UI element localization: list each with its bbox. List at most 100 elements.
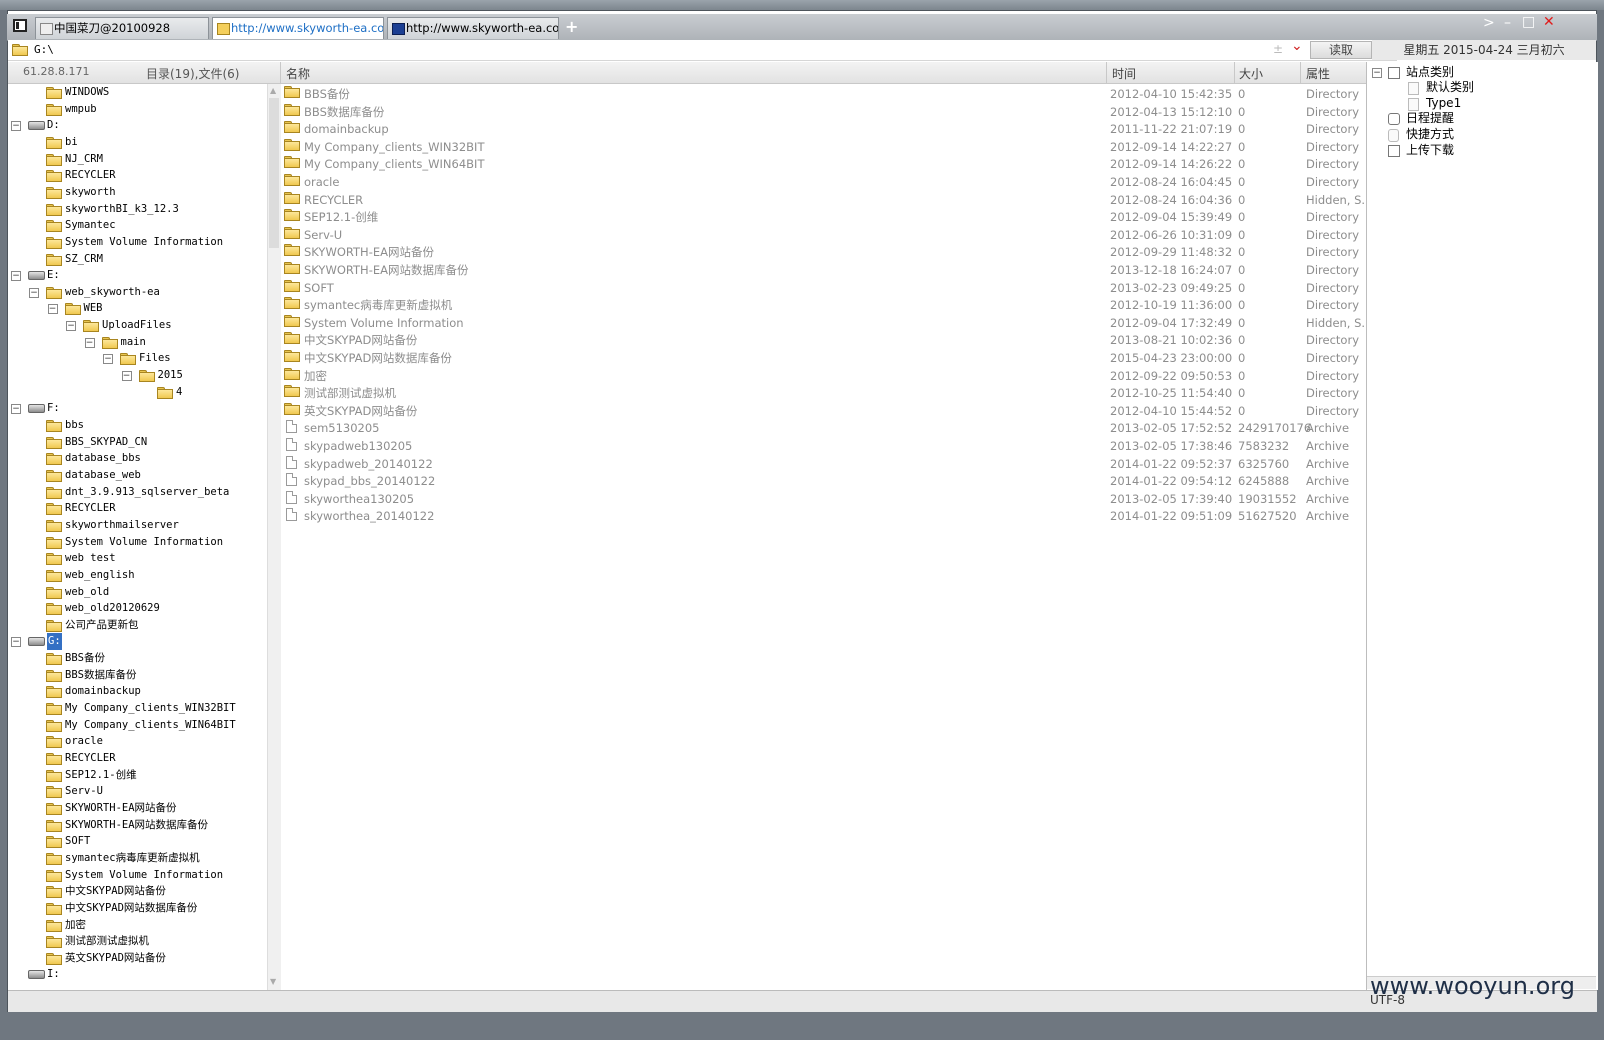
- tab-0[interactable]: 中国菜刀@20100928: [35, 17, 209, 39]
- collapse-icon[interactable]: −: [29, 287, 39, 298]
- terminal-icon: [392, 23, 405, 35]
- file-row[interactable]: SKYWORTH-EA网站备份 2012-09-29 11:48:32 0 Direc…: [282, 244, 1365, 261]
- collapse-icon[interactable]: −: [1372, 68, 1382, 78]
- panel-item[interactable]: 上传下载: [1367, 142, 1596, 159]
- plus-minus-icon[interactable]: ±: [1273, 42, 1283, 56]
- file-name: 加密: [304, 368, 327, 383]
- file-time: 2013-08-21 10:02:36: [1110, 333, 1233, 348]
- address-bar[interactable]: G:\ ± ⌄: [8, 38, 1397, 61]
- add-tab-button[interactable]: +: [565, 17, 578, 36]
- file-row[interactable]: domainbackup 2011-11-22 21:07:19 0 Director…: [282, 121, 1365, 138]
- folder-icon: [284, 367, 300, 380]
- tab-1-label: http://www.skyworth-ea.com...: [231, 21, 384, 35]
- file-row[interactable]: BBS数据库备份 2012-04-13 15:12:10 0 Directory: [282, 103, 1365, 121]
- file-row[interactable]: sem5130205 2013-02-05 17:52:52 2429170176 A…: [282, 420, 1365, 437]
- collapse-icon[interactable]: −: [11, 404, 21, 415]
- file-name: RECYCLER: [304, 192, 364, 207]
- column-attr[interactable]: 属性: [1306, 65, 1330, 82]
- column-size[interactable]: 大小: [1239, 65, 1263, 82]
- file-row[interactable]: 加密 2012-09-22 09:50:53 0 Directory: [282, 367, 1365, 385]
- file-row[interactable]: skypadweb_20140122 2014-01-22 09:52:37 632…: [282, 455, 1365, 473]
- collapse-icon[interactable]: −: [11, 637, 21, 648]
- file-time: 2012-08-24 16:04:45: [1110, 175, 1233, 189]
- folder-icon: [284, 314, 300, 327]
- file-row[interactable]: System Volume Information 2012-09-04 17:3…: [282, 314, 1365, 332]
- file-row[interactable]: SOFT 2013-02-23 09:49:25 0 Directory: [282, 279, 1365, 297]
- collapse-icon[interactable]: −: [11, 121, 21, 132]
- tree-label: database_web: [65, 468, 141, 481]
- folder-icon: [46, 236, 62, 249]
- collapse-icon[interactable]: −: [84, 337, 95, 348]
- category-icon: [1408, 82, 1419, 95]
- panel-item-label: 日程提醒: [1406, 111, 1455, 125]
- file-row[interactable]: Serv-U 2012-06-26 10:31:09 0 Directory: [282, 226, 1365, 244]
- file-row[interactable]: symantec病毒库更新虚拟机 2012-10-19 11:36:00 0 Dire…: [282, 297, 1365, 314]
- watermark: www.wooyun.org: [1370, 972, 1575, 1000]
- folder-icon: [46, 836, 62, 849]
- drive-icon: [28, 970, 45, 980]
- folder-icon: [46, 686, 62, 699]
- file-row[interactable]: skyworthea_20140122 2014-01-22 09:51:09 51…: [282, 508, 1365, 525]
- read-button[interactable]: 读取: [1310, 41, 1372, 59]
- collapse-icon[interactable]: −: [103, 354, 113, 365]
- file-row[interactable]: 中文SKYPAD网站数据库备份 2015-04-23 23:00:00 0 Direc…: [282, 350, 1365, 367]
- file-row[interactable]: My Company_clients_WIN64BIT 2012-09-14 14…: [282, 156, 1365, 173]
- tree-label: web_english: [65, 568, 135, 581]
- file-time: 2012-04-10 15:42:35: [1110, 87, 1233, 101]
- collapse-icon[interactable]: −: [47, 304, 58, 315]
- tree-label: 英文SKYPAD网站备份: [65, 951, 166, 964]
- file-row[interactable]: SEP12.1-创维 2012-09-04 15:39:49 0 Directory: [282, 209, 1365, 226]
- file-name: 中文SKYPAD网站数据库备份: [304, 351, 452, 365]
- tree-label: 中文SKYPAD网站备份: [65, 885, 166, 898]
- folder-icon: [46, 952, 62, 965]
- file-row[interactable]: 测试部测试虚拟机 2012-10-25 11:54:40 0 Directory: [282, 385, 1365, 402]
- chevron-down-icon[interactable]: ⌄: [1291, 38, 1303, 54]
- column-name[interactable]: 名称: [286, 65, 310, 82]
- file-attr: Directory: [1306, 280, 1360, 295]
- file-size: 0: [1238, 87, 1246, 101]
- tree-scrollbar[interactable]: ▲ ▼: [267, 84, 281, 990]
- panel-item[interactable]: 默认类别: [1367, 79, 1596, 96]
- file-row[interactable]: oracle 2012-08-24 16:04:45 0 Directory: [282, 174, 1365, 191]
- folder-icon: [217, 23, 230, 35]
- panel-item[interactable]: 日程提醒: [1367, 110, 1596, 127]
- column-time[interactable]: 时间: [1112, 65, 1136, 82]
- panel-item[interactable]: 快捷方式: [1367, 126, 1596, 143]
- folder-icon: [46, 519, 62, 532]
- tab-2[interactable]: http://www.skyworth-ea.com...: [387, 17, 559, 39]
- sidebar-toggle-icon[interactable]: [13, 19, 27, 32]
- file-row[interactable]: skyworthea130205 2013-02-05 17:39:40 19031…: [282, 490, 1365, 508]
- minimize-icon[interactable]: –: [1504, 15, 1511, 31]
- collapse-icon[interactable]: −: [11, 271, 21, 282]
- file-row[interactable]: RECYCLER 2012-08-24 16:04:36 0 Hidden, S...: [282, 191, 1365, 209]
- tree-label: 中文SKYPAD网站数据库备份: [65, 901, 198, 914]
- next-icon[interactable]: >: [1483, 15, 1495, 31]
- tree-label: WEB: [83, 302, 103, 315]
- file-name: 中文SKYPAD网站备份: [304, 333, 418, 348]
- file-row[interactable]: BBS备份 2012-04-10 15:42:35 0 Directory: [282, 86, 1365, 103]
- folder-icon: [284, 156, 300, 169]
- folder-icon: [46, 852, 62, 865]
- file-row[interactable]: 英文SKYPAD网站备份 2012-04-10 15:44:52 0 Director…: [282, 402, 1365, 420]
- file-row[interactable]: SKYWORTH-EA网站数据库备份 2013-12-18 16:24:07 0 Di…: [282, 262, 1365, 279]
- file-row[interactable]: skypad_bbs_20140122 2014-01-22 09:54:12 62…: [282, 473, 1365, 490]
- address-input[interactable]: G:\: [34, 43, 54, 56]
- maximize-icon[interactable]: □: [1522, 14, 1535, 30]
- collapse-icon[interactable]: −: [121, 371, 132, 382]
- file-name: 英文SKYPAD网站备份: [304, 403, 418, 418]
- file-attr: Directory: [1306, 87, 1360, 101]
- tree-label: BBS数据库备份: [65, 668, 137, 681]
- collapse-icon[interactable]: −: [66, 321, 76, 332]
- file-row[interactable]: skypadweb130205 2013-02-05 17:38:46 758323…: [282, 438, 1365, 455]
- file-icon: [286, 438, 297, 451]
- folder-icon: [284, 103, 300, 116]
- file-name: oracle: [304, 175, 340, 189]
- file-row[interactable]: 中文SKYPAD网站备份 2013-08-21 10:02:36 0 Director…: [282, 332, 1365, 349]
- site-category-panel: − 站点类别 默认类别 Type1 日程提醒 快捷方式 上传下载: [1366, 62, 1598, 990]
- file-attr: Directory: [1306, 104, 1360, 119]
- tab-1[interactable]: http://www.skyworth-ea.com...: [212, 17, 384, 39]
- file-row[interactable]: My Company_clients_WIN32BIT 2012-09-14 14…: [282, 138, 1365, 156]
- tree-label: bbs: [65, 419, 84, 431]
- folder-icon: [46, 186, 62, 199]
- close-icon[interactable]: ✕: [1543, 14, 1555, 30]
